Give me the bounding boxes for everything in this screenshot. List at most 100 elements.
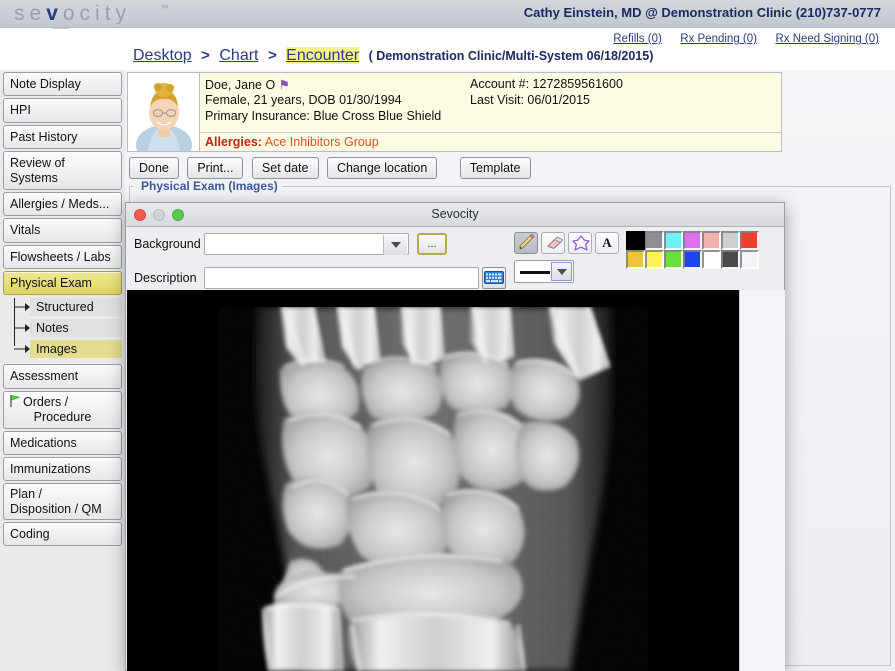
color-swatch-blue[interactable] <box>683 250 702 269</box>
sidebar-item-orders-procedure[interactable]: Orders / Procedure <box>3 390 122 429</box>
breadcrumb-chart[interactable]: Chart <box>219 47 258 64</box>
sidebar-item-physical-exam[interactable]: Physical Exam <box>3 271 122 296</box>
rx-links-row: Refills (0) Rx Pending (0) Rx Need Signi… <box>0 29 895 46</box>
description-input[interactable] <box>208 269 476 287</box>
encounter-toolbar: Done Print... Set date Change location T… <box>129 157 535 179</box>
color-swatch-magenta[interactable] <box>683 231 702 250</box>
sidebar-subitem-structured-label: Structured <box>36 300 94 315</box>
color-swatch-cyan[interactable] <box>664 231 683 250</box>
tree-arrow-icon <box>25 345 30 354</box>
sidebar-subitem-images-label: Images <box>36 342 77 357</box>
allergies-value: Ace Inhibitors Group <box>264 135 379 149</box>
sidebar-item-past-history[interactable]: Past History <box>3 124 122 150</box>
print-button[interactable]: Print... <box>187 157 244 179</box>
brand-bar: sevocity ™ Cathy Einstein, MD @ Demonstr… <box>0 0 895 28</box>
sidebar-item-hpi[interactable]: HPI <box>3 98 122 123</box>
patient-name-row: Doe, Jane O ⚑ <box>205 77 290 92</box>
rx-pending-link[interactable]: Rx Pending (0) <box>680 33 757 45</box>
color-swatch-light-gray[interactable] <box>721 231 740 250</box>
sidebar-navigation: Note Display HPI Past History Review of … <box>0 70 125 671</box>
color-swatch-off-white[interactable] <box>740 250 759 269</box>
breadcrumb: Desktop > Chart > Encounter ( Demonstrat… <box>0 47 895 69</box>
patient-info: Doe, Jane O ⚑ Female, 21 years, DOB 01/3… <box>200 73 781 151</box>
patient-account-number: Account #: 1272859561600 <box>470 77 623 91</box>
background-input[interactable] <box>208 235 383 253</box>
sidebar-item-review-of-systems[interactable]: Review of Systems <box>3 151 122 190</box>
background-browse-button[interactable]: ... <box>417 233 447 255</box>
canvas-side-panel <box>739 290 785 671</box>
application-window: sevocity ™ Cathy Einstein, MD @ Demonstr… <box>0 0 895 671</box>
sidebar-item-orders-label: Orders / <box>23 394 69 409</box>
background-dropdown-button[interactable] <box>383 235 407 255</box>
sidebar-item-immunizations[interactable]: Immunizations <box>3 456 122 482</box>
keyboard-icon[interactable] <box>482 267 506 289</box>
change-location-button[interactable]: Change location <box>326 157 438 179</box>
patient-insurance: Primary Insurance: Blue Cross Blue Shiel… <box>205 109 442 123</box>
patient-allergies: Allergies: Ace Inhibitors Group <box>200 132 781 149</box>
color-swatch-white[interactable] <box>702 250 721 269</box>
breadcrumb-encounter[interactable]: Encounter <box>286 47 360 64</box>
refills-link[interactable]: Refills (0) <box>613 33 662 45</box>
sidebar-item-disposition-label: Disposition / QM <box>10 501 102 516</box>
color-palette <box>626 231 759 269</box>
image-canvas[interactable] <box>127 290 739 671</box>
sidebar-subitem-images[interactable]: Images <box>14 340 122 359</box>
line-width-dropdown-button[interactable] <box>551 262 572 281</box>
chevron-down-icon <box>556 268 567 275</box>
color-swatch-dark-gray[interactable] <box>721 250 740 269</box>
pencil-tool-button[interactable] <box>514 232 538 254</box>
breadcrumb-separator-2: > <box>267 47 277 64</box>
sidebar-item-flowsheets-labs[interactable]: Flowsheets / Labs <box>3 244 122 269</box>
rx-need-signing-link[interactable]: Rx Need Signing (0) <box>775 33 879 45</box>
text-tool-button[interactable]: A <box>595 232 619 254</box>
sevocity-logo: sevocity <box>14 2 131 26</box>
sidebar-subitem-notes[interactable]: Notes <box>14 319 122 338</box>
color-swatch-red[interactable] <box>740 231 759 250</box>
tree-connector-line <box>14 298 15 347</box>
sidebar-item-plan-disposition-qm[interactable]: Plan / Disposition / QM <box>3 483 122 520</box>
set-date-button[interactable]: Set date <box>251 157 319 179</box>
color-swatch-pink[interactable] <box>702 231 721 250</box>
color-swatch-gold[interactable] <box>626 250 645 269</box>
patient-name: Doe, Jane O <box>205 78 276 92</box>
color-swatch-green[interactable] <box>664 250 683 269</box>
sidebar-item-vitals[interactable]: Vitals <box>3 218 122 243</box>
section-legend: Physical Exam (Images) <box>137 179 282 193</box>
logo-text-pre: se <box>14 2 47 25</box>
shape-tool-button[interactable] <box>568 232 592 254</box>
sidebar-subitem-structured[interactable]: Structured <box>14 298 122 317</box>
sidebar-item-note-display[interactable]: Note Display <box>3 72 122 97</box>
breadcrumb-desktop[interactable]: Desktop <box>133 47 192 64</box>
dialog-title: Sevocity <box>431 207 479 221</box>
color-swatch-gray[interactable] <box>645 231 664 250</box>
sidebar-subgroup-physical-exam: Structured Notes Images <box>12 298 125 359</box>
description-field[interactable] <box>204 267 479 289</box>
chevron-down-icon <box>390 242 401 248</box>
logo-text-post: ocity <box>62 2 132 25</box>
trademark-mark: ™ <box>160 3 169 13</box>
patient-flag-icon: ⚑ <box>278 78 290 92</box>
color-swatch-black[interactable] <box>626 231 645 250</box>
sidebar-item-allergies-meds[interactable]: Allergies / Meds... <box>3 191 122 217</box>
tree-arrow-icon <box>25 324 30 333</box>
background-select[interactable] <box>204 233 409 255</box>
xray-image <box>218 307 648 671</box>
breadcrumb-separator-1: > <box>201 47 210 64</box>
template-button[interactable]: Template <box>459 157 531 179</box>
eraser-tool-button[interactable] <box>541 232 565 254</box>
patient-banner: Doe, Jane O ⚑ Female, 21 years, DOB 01/3… <box>127 72 782 152</box>
sidebar-item-plan-label: Plan / <box>10 487 42 502</box>
breadcrumb-context: ( Demonstration Clinic/Multi-System 06/1… <box>368 49 654 63</box>
sidebar-item-medications[interactable]: Medications <box>3 430 122 455</box>
sidebar-item-coding[interactable]: Coding <box>3 522 122 547</box>
dialog-title-bar[interactable]: Sevocity <box>126 203 784 227</box>
logo-v-glyph: v <box>46 2 63 25</box>
line-width-select[interactable] <box>514 260 574 283</box>
sidebar-item-procedure-label: Procedure <box>33 410 92 425</box>
done-button[interactable]: Done <box>129 157 179 179</box>
color-swatch-yellow[interactable] <box>645 250 664 269</box>
sidebar-subitem-notes-label: Notes <box>36 321 69 336</box>
provider-clinic-label: Cathy Einstein, MD @ Demonstration Clini… <box>523 5 881 20</box>
sidebar-item-assessment[interactable]: Assessment <box>3 364 122 389</box>
description-label: Description <box>134 271 197 285</box>
